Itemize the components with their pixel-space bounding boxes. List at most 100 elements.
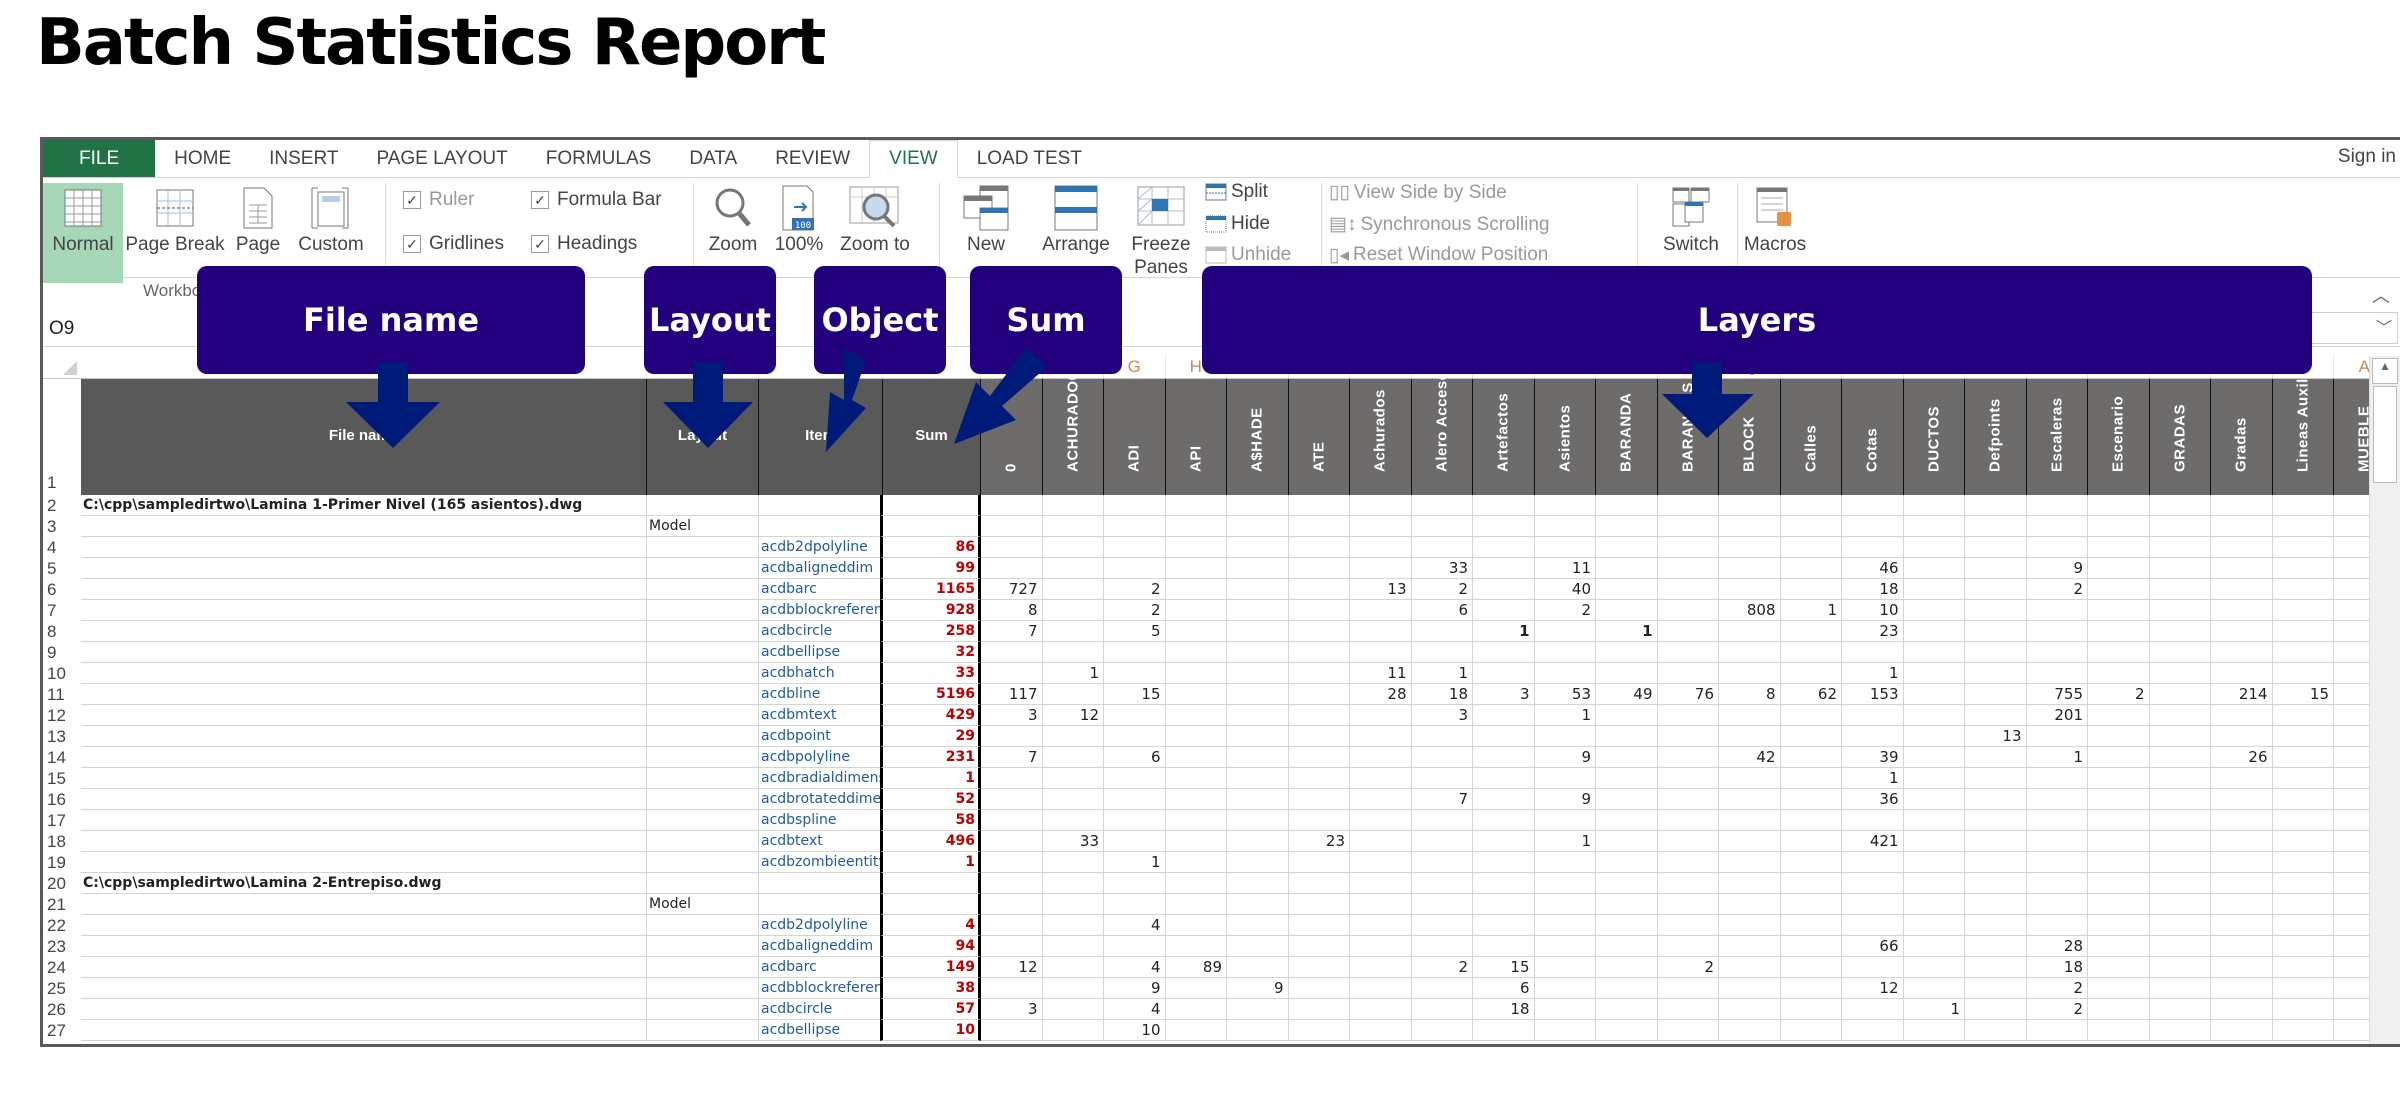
arrange-all-button[interactable]: Arrange All bbox=[1033, 183, 1119, 256]
layer-count-cell[interactable] bbox=[1965, 789, 2027, 810]
layer-count-cell[interactable] bbox=[2088, 1020, 2150, 1041]
layer-count-cell[interactable] bbox=[1780, 705, 1842, 726]
layer-count-cell[interactable] bbox=[2211, 600, 2273, 621]
layer-count-cell[interactable]: 2 bbox=[1411, 957, 1473, 978]
item-cell[interactable]: acdbspline bbox=[759, 810, 883, 831]
layer-count-cell[interactable] bbox=[1227, 957, 1289, 978]
layer-count-cell[interactable] bbox=[1165, 852, 1227, 873]
row-number[interactable]: 13 bbox=[43, 726, 81, 747]
layer-count-cell[interactable] bbox=[2272, 516, 2334, 537]
layer-count-cell[interactable] bbox=[1104, 831, 1166, 852]
layer-header-cell[interactable]: Achurados bbox=[1350, 379, 1412, 495]
layer-count-cell[interactable] bbox=[1719, 957, 1781, 978]
layer-count-cell[interactable]: 40 bbox=[1534, 579, 1596, 600]
layer-count-cell[interactable] bbox=[1719, 915, 1781, 936]
layer-count-cell[interactable] bbox=[981, 537, 1043, 558]
layer-count-cell[interactable] bbox=[1965, 558, 2027, 579]
layer-count-cell[interactable] bbox=[1842, 726, 1904, 747]
layer-count-cell[interactable] bbox=[1965, 579, 2027, 600]
sum-cell[interactable]: 258 bbox=[880, 621, 981, 642]
layer-count-cell[interactable] bbox=[1411, 852, 1473, 873]
layer-count-cell[interactable] bbox=[1227, 999, 1289, 1020]
layer-count-cell[interactable]: 33 bbox=[1042, 831, 1104, 852]
layer-count-cell[interactable] bbox=[1042, 684, 1104, 705]
layer-count-cell[interactable] bbox=[1903, 810, 1965, 831]
file-name-cell[interactable] bbox=[81, 600, 647, 621]
layer-count-cell[interactable] bbox=[2026, 852, 2088, 873]
layer-header-cell[interactable]: Lineas Auxiliares bbox=[2272, 341, 2334, 495]
layer-count-cell[interactable] bbox=[1780, 957, 1842, 978]
layer-count-cell[interactable] bbox=[2026, 726, 2088, 747]
layer-count-cell[interactable] bbox=[1288, 1020, 1350, 1041]
layer-count-cell[interactable]: 23 bbox=[1288, 831, 1350, 852]
layout-cell[interactable] bbox=[647, 537, 759, 558]
headings-checkbox[interactable]: ✓ Headings bbox=[531, 233, 637, 255]
layer-count-cell[interactable] bbox=[1473, 915, 1535, 936]
layer-count-cell[interactable] bbox=[2149, 537, 2211, 558]
file-name-cell[interactable] bbox=[81, 705, 647, 726]
layer-header-cell[interactable]: Defpoints bbox=[1965, 379, 2027, 495]
layer-count-cell[interactable] bbox=[2088, 600, 2150, 621]
layer-count-cell[interactable]: 89 bbox=[1165, 957, 1227, 978]
layer-count-cell[interactable] bbox=[1165, 621, 1227, 642]
layer-count-cell[interactable] bbox=[981, 873, 1043, 894]
layer-count-cell[interactable] bbox=[2211, 999, 2273, 1020]
layer-count-cell[interactable] bbox=[1350, 978, 1412, 999]
item-cell[interactable]: acdb2dpolyline bbox=[759, 537, 883, 558]
zoom-to-selection-button[interactable]: Zoom to Selection bbox=[831, 183, 919, 256]
layer-count-cell[interactable] bbox=[1227, 663, 1289, 684]
sum-cell[interactable]: 52 bbox=[880, 789, 981, 810]
layer-count-cell[interactable] bbox=[2026, 894, 2088, 915]
layer-count-cell[interactable] bbox=[1473, 726, 1535, 747]
layer-count-cell[interactable] bbox=[1596, 726, 1658, 747]
layer-count-cell[interactable]: 53 bbox=[1534, 684, 1596, 705]
layer-count-cell[interactable] bbox=[1288, 957, 1350, 978]
sum-cell[interactable]: 29 bbox=[880, 726, 981, 747]
layer-count-cell[interactable] bbox=[981, 516, 1043, 537]
layer-count-cell[interactable]: 46 bbox=[1842, 558, 1904, 579]
item-cell[interactable]: acdbcircle bbox=[759, 999, 883, 1020]
layer-count-cell[interactable] bbox=[1903, 600, 1965, 621]
layer-count-cell[interactable] bbox=[2149, 495, 2211, 516]
layer-count-cell[interactable]: 33 bbox=[1411, 558, 1473, 579]
layer-count-cell[interactable] bbox=[1350, 1020, 1412, 1041]
layer-count-cell[interactable] bbox=[1596, 747, 1658, 768]
layer-count-cell[interactable] bbox=[2026, 810, 2088, 831]
file-name-cell[interactable] bbox=[81, 768, 647, 789]
layer-header-cell[interactable]: Calles bbox=[1780, 379, 1842, 495]
layer-count-cell[interactable] bbox=[1965, 936, 2027, 957]
layer-count-cell[interactable] bbox=[1903, 642, 1965, 663]
layer-count-cell[interactable] bbox=[1965, 978, 2027, 999]
file-name-cell[interactable] bbox=[81, 726, 647, 747]
row-number[interactable]: 16 bbox=[43, 789, 81, 810]
layer-count-cell[interactable] bbox=[1104, 873, 1166, 894]
layer-count-cell[interactable] bbox=[1780, 873, 1842, 894]
layer-count-cell[interactable] bbox=[1165, 705, 1227, 726]
layer-count-cell[interactable] bbox=[1534, 915, 1596, 936]
layer-count-cell[interactable] bbox=[1411, 495, 1473, 516]
layer-count-cell[interactable] bbox=[1165, 768, 1227, 789]
layer-count-cell[interactable] bbox=[1350, 747, 1412, 768]
layer-count-cell[interactable] bbox=[1288, 495, 1350, 516]
layer-count-cell[interactable] bbox=[2272, 999, 2334, 1020]
layer-count-cell[interactable] bbox=[2272, 957, 2334, 978]
sum-cell[interactable]: 86 bbox=[880, 537, 981, 558]
layer-count-cell[interactable] bbox=[1842, 1020, 1904, 1041]
layer-count-cell[interactable] bbox=[1903, 726, 1965, 747]
layer-count-cell[interactable] bbox=[1780, 642, 1842, 663]
layer-count-cell[interactable] bbox=[1288, 810, 1350, 831]
tab-view[interactable]: VIEW bbox=[869, 140, 958, 178]
layer-count-cell[interactable]: 2 bbox=[1104, 600, 1166, 621]
layer-count-cell[interactable] bbox=[1965, 894, 2027, 915]
layer-count-cell[interactable] bbox=[2272, 579, 2334, 600]
layer-count-cell[interactable] bbox=[1596, 642, 1658, 663]
layer-count-cell[interactable] bbox=[2272, 705, 2334, 726]
layer-count-cell[interactable] bbox=[1042, 915, 1104, 936]
row-number[interactable]: 11 bbox=[43, 684, 81, 705]
layer-count-cell[interactable] bbox=[2211, 789, 2273, 810]
layer-count-cell[interactable] bbox=[1288, 999, 1350, 1020]
layer-count-cell[interactable] bbox=[1350, 495, 1412, 516]
layer-count-cell[interactable] bbox=[1534, 936, 1596, 957]
layer-count-cell[interactable] bbox=[2088, 978, 2150, 999]
custom-views-button[interactable]: Custom Views bbox=[291, 183, 371, 256]
